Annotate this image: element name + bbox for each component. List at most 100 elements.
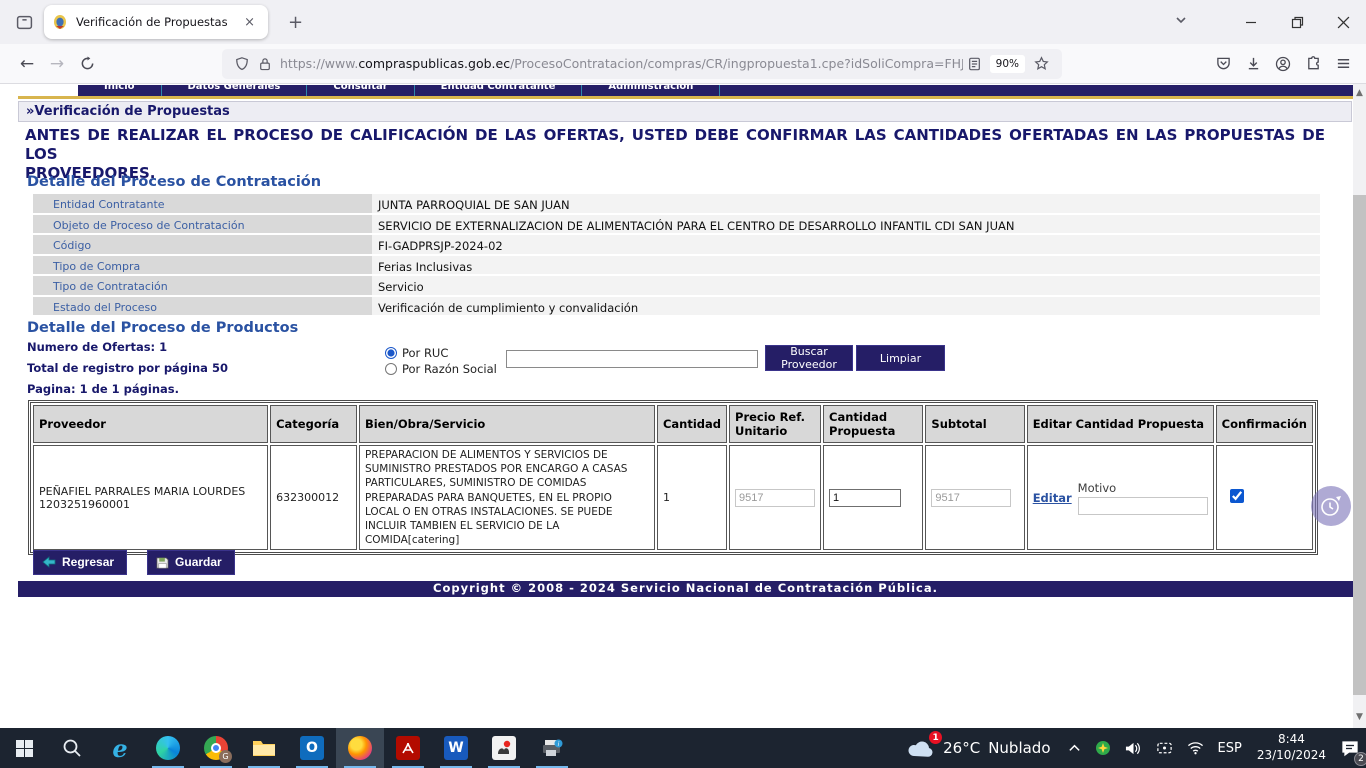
taskbar-acrobat-icon[interactable] xyxy=(384,728,432,768)
nav-item-entidad-contratante[interactable]: Entidad Contratante xyxy=(415,85,583,96)
taskbar: e G O W i xyxy=(0,728,1366,768)
taskbar-edge-icon[interactable] xyxy=(144,728,192,768)
detail-row: Entidad ContratanteJUNTA PARROQUIAL DE S… xyxy=(33,194,1320,215)
zoom-level-button[interactable]: 90% xyxy=(990,55,1025,73)
nav-item-administracion[interactable]: Administración xyxy=(582,85,720,96)
col-categoria: Categoría xyxy=(270,405,357,443)
taskbar-ie-icon[interactable]: e xyxy=(96,728,144,768)
table-row: PEÑAFIEL PARRALES MARIA LOURDES 12032519… xyxy=(33,445,1313,550)
taskbar-explorer-icon[interactable] xyxy=(240,728,288,768)
cell-subtotal xyxy=(925,445,1024,550)
limpiar-button[interactable]: Limpiar xyxy=(856,345,945,371)
tray-volume-icon[interactable] xyxy=(1118,728,1149,768)
reader-mode-icon[interactable] xyxy=(968,57,981,71)
url-bar[interactable]: https://www.compraspublicas.gob.ec/Proce… xyxy=(222,49,1062,79)
list-all-tabs-icon[interactable] xyxy=(1174,13,1188,31)
page-viewport: Inicio Datos Generales Consultar Entidad… xyxy=(0,84,1366,728)
tray-display-icon[interactable] xyxy=(1149,728,1180,768)
tab-close-icon[interactable]: × xyxy=(239,13,260,32)
cell-precio-ref xyxy=(729,445,821,550)
cell-bien-obra-servicio: PREPARACION DE ALIMENTOS Y SERVICIOS DE … xyxy=(359,445,655,550)
provider-search-input[interactable] xyxy=(506,350,758,368)
tray-chevron-icon[interactable] xyxy=(1061,728,1088,768)
weather-cloud-icon: 1 xyxy=(907,736,935,760)
taskbar-chrome-icon[interactable]: G xyxy=(192,728,240,768)
tray-time: 8:44 xyxy=(1257,732,1326,748)
process-detail-table: Entidad ContratanteJUNTA PARROQUIAL DE S… xyxy=(33,194,1320,317)
shield-icon[interactable] xyxy=(235,56,249,71)
menu-icon[interactable] xyxy=(1328,49,1358,79)
radio-por-ruc-input[interactable] xyxy=(385,347,397,359)
col-cantidad: Cantidad xyxy=(657,405,727,443)
firefox-view-icon[interactable] xyxy=(10,8,38,36)
window-restore-button[interactable] xyxy=(1274,0,1320,44)
taskbar-outlook-icon[interactable]: O xyxy=(288,728,336,768)
scroll-up-icon[interactable]: ▲ xyxy=(1353,86,1366,100)
section-heading-productos: Detalle del Proceso de Productos xyxy=(27,320,298,336)
notification-badge: 2 xyxy=(1354,752,1366,766)
gold-divider xyxy=(18,96,1353,99)
nav-item-datos-generales[interactable]: Datos Generales xyxy=(162,85,308,96)
tray-antivirus-icon[interactable] xyxy=(1088,728,1118,768)
forward-icon[interactable]: → xyxy=(42,49,72,79)
motivo-input[interactable] xyxy=(1078,497,1208,515)
new-tab-button[interactable]: + xyxy=(280,10,311,35)
tray-wifi-icon[interactable] xyxy=(1180,728,1211,768)
vertical-scrollbar[interactable]: ▲ ▼ xyxy=(1353,84,1366,728)
taskbar-irfanview-icon[interactable] xyxy=(480,728,528,768)
browser-tab[interactable]: Verificación de Propuestas × xyxy=(44,5,268,39)
products-table: Proveedor Categoría Bien/Obra/Servicio C… xyxy=(28,400,1318,555)
tray-language[interactable]: ESP xyxy=(1211,728,1249,768)
paginas-count: Pagina: 1 de 1 páginas. xyxy=(27,382,228,396)
precio-ref-input xyxy=(735,489,815,507)
col-bien-obra-servicio: Bien/Obra/Servicio xyxy=(359,405,655,443)
detail-row: Objeto de Proceso de ContrataciónSERVICI… xyxy=(33,215,1320,236)
scroll-down-icon[interactable]: ▼ xyxy=(1353,710,1366,724)
taskbar-firefox-icon[interactable] xyxy=(336,728,384,768)
browser-toolbar: ← → https://www.compraspublicas.gob.ec/P… xyxy=(0,44,1366,84)
timer-widget[interactable] xyxy=(1311,486,1351,526)
scrollbar-thumb[interactable] xyxy=(1353,195,1366,695)
buscar-proveedor-button[interactable]: Buscar Proveedor xyxy=(765,345,853,371)
search-radio-group: Por RUC Por Razón Social xyxy=(385,346,497,378)
extensions-icon[interactable] xyxy=(1298,49,1328,79)
nav-item-consultar[interactable]: Consultar xyxy=(307,85,414,96)
cantidad-propuesta-input[interactable] xyxy=(829,489,901,507)
ofertas-count: Numero de Ofertas: 1 xyxy=(27,340,228,354)
url-text: https://www.compraspublicas.gob.ec/Proce… xyxy=(280,56,963,71)
screen: Verificación de Propuestas × + ← → xyxy=(0,0,1366,768)
tray-clock[interactable]: 8:44 23/10/2024 xyxy=(1249,732,1334,763)
downloads-icon[interactable] xyxy=(1238,49,1268,79)
breadcrumb: »Verificación de Propuestas xyxy=(18,101,1352,122)
taskbar-printkey-icon[interactable]: i xyxy=(528,728,576,768)
registros-count: Total de registro por página 50 xyxy=(27,361,228,375)
pagination-stats: Numero de Ofertas: 1 Total de registro p… xyxy=(27,340,228,403)
radio-por-ruc[interactable]: Por RUC xyxy=(385,346,497,360)
account-icon[interactable] xyxy=(1268,49,1298,79)
taskbar-weather[interactable]: 1 26°C Nublado xyxy=(897,736,1060,760)
back-icon[interactable]: ← xyxy=(12,49,42,79)
page-footer: Copyright © 2008 - 2024 Servicio Naciona… xyxy=(18,581,1353,597)
window-close-button[interactable] xyxy=(1320,0,1366,44)
weather-text: Nublado xyxy=(988,739,1050,757)
taskbar-search-icon[interactable] xyxy=(48,728,96,768)
guardar-button[interactable]: Guardar xyxy=(147,550,235,575)
window-minimize-button[interactable] xyxy=(1228,0,1274,44)
notification-center-icon[interactable]: 2 xyxy=(1334,728,1366,768)
reload-icon[interactable] xyxy=(72,49,102,79)
regresar-button[interactable]: Regresar xyxy=(33,550,127,575)
start-button[interactable] xyxy=(0,728,48,768)
confirmacion-checkbox[interactable] xyxy=(1230,489,1244,503)
section-heading-contratacion: Detalle del Proceso de Contratación xyxy=(27,174,321,190)
radio-por-razon-input[interactable] xyxy=(385,363,397,375)
bookmark-star-icon[interactable] xyxy=(1034,56,1049,71)
editar-link[interactable]: Editar xyxy=(1033,491,1072,505)
pocket-icon[interactable] xyxy=(1208,49,1238,79)
lock-icon[interactable] xyxy=(259,57,271,71)
radio-por-razon-social[interactable]: Por Razón Social xyxy=(385,362,497,376)
taskbar-word-icon[interactable]: W xyxy=(432,728,480,768)
detail-row: Estado del ProcesoVerificación de cumpli… xyxy=(33,297,1320,318)
nav-item-inicio[interactable]: Inicio xyxy=(78,85,162,96)
tray-date: 23/10/2024 xyxy=(1257,748,1326,764)
weather-badge: 1 xyxy=(929,731,942,744)
